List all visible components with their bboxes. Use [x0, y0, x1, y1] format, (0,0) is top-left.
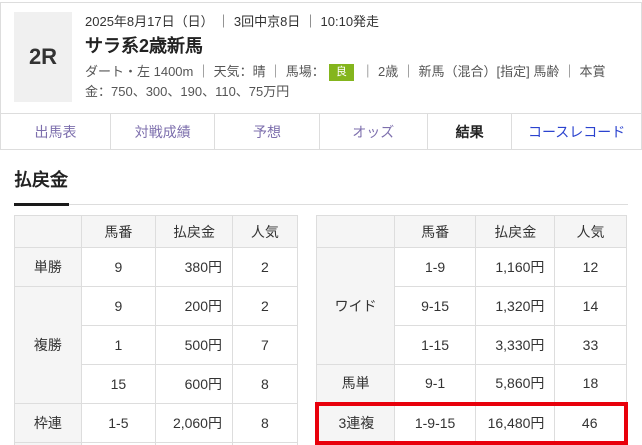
payout-amount-cell: 16,480円 [476, 404, 555, 443]
tab-course-record[interactable]: コースレコード [512, 114, 641, 149]
track-condition-badge: 良 [329, 64, 354, 81]
horse-number-cell: 9-15 [394, 287, 475, 326]
race-info: 2R 2025年8月17日（日） ｜ 3回中京8日 ｜ 10:10発走 サラ系2… [1, 3, 641, 113]
bet-type-cell: ワイド [317, 248, 395, 365]
race-date-line: 2025年8月17日（日） ｜ 3回中京8日 ｜ 10:10発走 [85, 14, 629, 30]
popularity-cell: 33 [555, 326, 626, 365]
column-header: 馬番 [81, 216, 155, 248]
bet-type-cell: 馬単 [317, 365, 395, 404]
race-number-box: 2R [14, 12, 72, 102]
popularity-cell: 14 [555, 287, 626, 326]
bet-type-cell: 3連複 [317, 404, 395, 443]
blank-header-cell [15, 216, 82, 248]
race-header-card: 2R 2025年8月17日（日） ｜ 3回中京8日 ｜ 10:10発走 サラ系2… [0, 2, 642, 150]
payout-amount-cell: 5,860円 [476, 365, 555, 404]
conditions-text-before: ダート・左 1400m ｜ 天気：晴 ｜ 馬場： [85, 64, 325, 79]
tab-odds[interactable]: オッズ [320, 114, 428, 149]
popularity-cell: 8 [232, 404, 297, 443]
payout-amount-cell: 600円 [156, 365, 233, 404]
popularity-cell: 7 [232, 326, 297, 365]
payout-amount-cell: 380円 [156, 248, 233, 287]
horse-number-cell: 9-1 [394, 365, 475, 404]
column-header: 払戻金 [156, 216, 233, 248]
race-title: サラ系2歳新馬 [85, 34, 629, 58]
payout-amount-cell: 2,060円 [156, 404, 233, 443]
tab-result[interactable]: 結果 [428, 114, 512, 149]
payout-table-right: 馬番払戻金人気ワイド1-91,160円129-151,320円141-153,3… [315, 215, 628, 445]
race-conditions: ダート・左 1400m ｜ 天気：晴 ｜ 馬場：良 ｜ 2歳 ｜ 新馬（混合）[… [85, 62, 629, 102]
payout-amount-cell: 500円 [156, 326, 233, 365]
bet-type-cell: 複勝 [15, 287, 82, 404]
popularity-cell: 8 [232, 365, 297, 404]
tab-prediction[interactable]: 予想 [215, 114, 319, 149]
payout-amount-cell: 1,320円 [476, 287, 555, 326]
horse-number-cell: 15 [81, 365, 155, 404]
payout-section: 払戻金 馬番払戻金人気単勝9380円2複勝9200円21500円715600円8… [0, 170, 642, 445]
horse-number-cell: 1-15 [394, 326, 475, 365]
bet-type-cell: 単勝 [15, 248, 82, 287]
popularity-cell: 18 [555, 365, 626, 404]
race-result-page: 2R 2025年8月17日（日） ｜ 3回中京8日 ｜ 10:10発走 サラ系2… [0, 0, 642, 445]
popularity-cell: 2 [232, 248, 297, 287]
popularity-cell: 12 [555, 248, 626, 287]
payout-row-place: 複勝9200円2 [15, 287, 298, 326]
horse-number-cell: 1-9 [394, 248, 475, 287]
column-header: 人気 [232, 216, 297, 248]
bet-type-cell: 枠連 [15, 404, 82, 443]
table-header-row: 馬番払戻金人気 [15, 216, 298, 248]
tab-entries[interactable]: 出馬表 [1, 114, 111, 149]
popularity-cell: 46 [555, 404, 626, 443]
tab-bar: 出馬表対戦成績予想オッズ結果コースレコード [1, 113, 641, 149]
tab-head-to-head[interactable]: 対戦成績 [111, 114, 215, 149]
payout-section-title: 払戻金 [14, 170, 628, 205]
payout-amount-cell: 200円 [156, 287, 233, 326]
blank-header-cell [317, 216, 395, 248]
payout-amount-cell: 3,330円 [476, 326, 555, 365]
column-header: 人気 [555, 216, 626, 248]
payout-row-exacta: 馬単9-15,860円18 [317, 365, 626, 404]
column-header: 払戻金 [476, 216, 555, 248]
horse-number-cell: 1-5 [81, 404, 155, 443]
payout-row-trio: 3連複1-9-1516,480円46 [317, 404, 626, 443]
payout-tables: 馬番払戻金人気単勝9380円2複勝9200円21500円715600円8枠連1-… [14, 215, 628, 445]
race-meta: 2025年8月17日（日） ｜ 3回中京8日 ｜ 10:10発走 サラ系2歳新馬… [85, 12, 629, 102]
payout-row-win: 単勝9380円2 [15, 248, 298, 287]
horse-number-cell: 9 [81, 248, 155, 287]
payout-row-wide: ワイド1-91,160円12 [317, 248, 626, 287]
horse-number-cell: 9 [81, 287, 155, 326]
popularity-cell: 2 [232, 287, 297, 326]
payout-amount-cell: 1,160円 [476, 248, 555, 287]
table-header-row: 馬番払戻金人気 [317, 216, 626, 248]
payout-row-bracket-quinella: 枠連1-52,060円8 [15, 404, 298, 443]
horse-number-cell: 1-9-15 [394, 404, 475, 443]
horse-number-cell: 1 [81, 326, 155, 365]
column-header: 馬番 [394, 216, 475, 248]
payout-table-left: 馬番払戻金人気単勝9380円2複勝9200円21500円715600円8枠連1-… [14, 215, 298, 445]
